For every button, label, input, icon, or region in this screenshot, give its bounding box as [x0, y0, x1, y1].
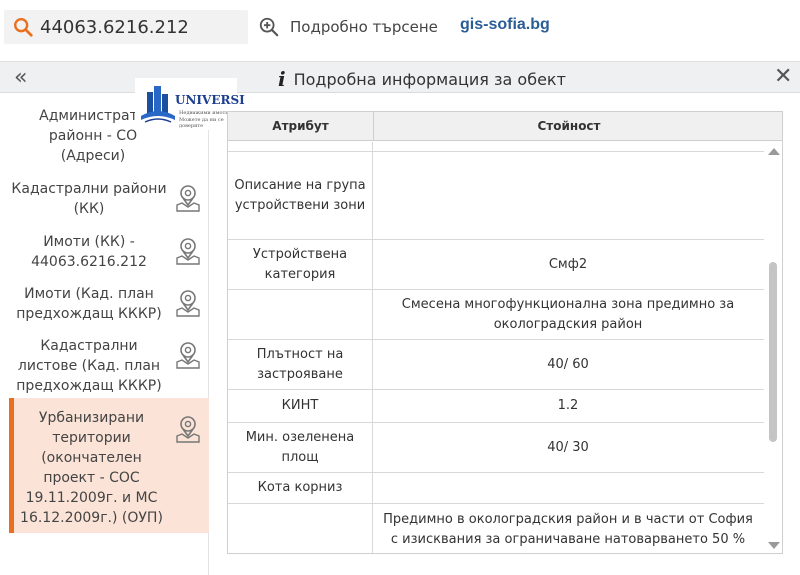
table-header: Атрибут Стойност	[228, 112, 782, 141]
value-cell: 40/ 60	[547, 356, 589, 372]
layer-label: Кадастрални листове (Кад. план предхожда…	[16, 338, 162, 394]
universi-logo: UNIVERSI Недвижими имоти Можете да ни се…	[135, 78, 245, 130]
attr-cell: КИНТ	[228, 390, 373, 422]
value-cell	[373, 473, 763, 503]
attr-cell	[228, 142, 373, 151]
value-cell: 1.2	[557, 398, 579, 413]
value-column-header[interactable]: Стойност	[374, 119, 764, 133]
layer-label: Имоти (КК) - 44063.6216.212	[31, 234, 147, 270]
value-cell	[373, 152, 763, 239]
value-cell: Смф2	[548, 256, 588, 272]
layer-label: Кадастрални райони (КК)	[11, 181, 167, 217]
table-row	[228, 142, 764, 152]
attr-cell	[228, 504, 373, 553]
attr-cell	[228, 290, 373, 339]
close-button[interactable]: ✕	[774, 64, 792, 89]
advanced-search-label: Подробно търсене	[290, 18, 438, 36]
value-cell: Предимно в околоградския район и в части…	[383, 512, 753, 547]
table-scrollbar[interactable]	[765, 142, 782, 553]
logo-text: UNIVERSI	[175, 93, 245, 107]
search-input[interactable]	[40, 16, 240, 38]
layers-list: Администрати районн - СО (Адреси) Кадаст…	[9, 94, 209, 575]
table-row: Плътност на застрояване 40/ 60	[228, 340, 764, 390]
map-pin-icon[interactable]	[174, 183, 202, 213]
layer-item-properties[interactable]: Имоти (КК) - 44063.6216.212	[9, 232, 209, 272]
map-pin-icon[interactable]	[174, 414, 202, 444]
collapse-button[interactable]: «	[14, 65, 27, 90]
value-cell: 40/ 30	[547, 439, 589, 455]
table-row: Мин. озеленена площ 40/ 30	[228, 423, 764, 473]
map-pin-icon[interactable]	[174, 288, 202, 318]
scroll-down-arrow-icon[interactable]	[768, 542, 780, 549]
table-row: Описание на група устройствени зони	[228, 152, 764, 240]
table-row: Кота корниз	[228, 473, 764, 504]
layer-label: Имоти (Кад. план предхождащ КККР)	[16, 286, 162, 322]
advanced-search-button[interactable]: Подробно търсене	[258, 16, 438, 38]
value-cell: Смесена многофункционална зона предимно …	[401, 296, 735, 332]
attr-cell: Мин. озеленена площ	[228, 423, 373, 472]
attribute-table: Атрибут Стойност Описание на група устро…	[227, 111, 783, 554]
panel-title: i Подробна информация за обект	[278, 67, 566, 91]
logo-subtitle: Недвижими имоти	[179, 110, 229, 116]
scrollbar-thumb[interactable]	[769, 262, 777, 442]
table-row: Устройствена категория Смф2	[228, 240, 764, 290]
map-pin-icon[interactable]	[174, 236, 202, 266]
layer-label: Урбанизирани територии (окончателен прое…	[20, 410, 163, 526]
layer-item-properties-old-plan[interactable]: Имоти (Кад. план предхождащ КККР)	[9, 284, 209, 324]
zoom-in-icon	[259, 17, 279, 37]
attr-cell: Плътност на застрояване	[228, 340, 373, 389]
table-row: КИНТ 1.2	[228, 390, 764, 423]
attr-cell: Кота корниз	[228, 473, 373, 503]
panel-title-text: Подробна информация за обект	[293, 69, 566, 89]
layer-item-urbanized-territories[interactable]: Урбанизирани територии (окончателен прое…	[9, 398, 209, 533]
brand-link[interactable]: gis-sofia.bg	[460, 16, 550, 34]
top-search-bar: Подробно търсене gis-sofia.bg	[0, 0, 800, 56]
search-box[interactable]	[4, 10, 248, 44]
attribute-column-header[interactable]: Атрибут	[228, 119, 373, 133]
layer-item-cadastral-sheets[interactable]: Кадастрални листове (Кад. план предхожда…	[9, 336, 209, 396]
info-icon: i	[278, 67, 286, 91]
building-logo-icon	[141, 86, 175, 123]
table-row: Смесена многофункционална зона предимно …	[228, 290, 764, 340]
value-cell	[373, 142, 763, 151]
search-icon[interactable]	[12, 16, 34, 38]
table-row: Предимно в околоградския район и в части…	[228, 504, 764, 553]
map-pin-icon[interactable]	[174, 340, 202, 370]
scroll-up-arrow-icon[interactable]	[768, 148, 780, 155]
panel-header: « i Подробна информация за обект ✕	[0, 61, 800, 93]
layer-item-cadastral-districts[interactable]: Кадастрални райони (КК)	[9, 179, 209, 219]
attr-cell: Устройствена категория	[228, 240, 373, 289]
attr-cell: Описание на група устройствени зони	[228, 152, 373, 239]
